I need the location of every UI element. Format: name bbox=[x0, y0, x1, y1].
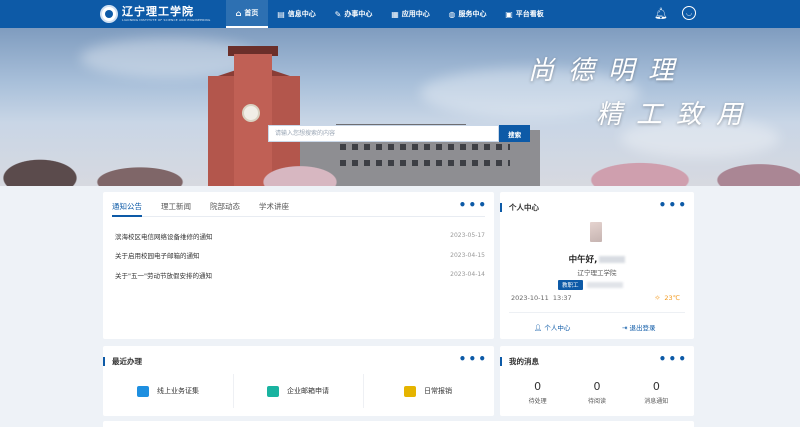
msg-pending[interactable]: 0 待处理 bbox=[513, 380, 563, 405]
panel-title: 个人中心 bbox=[500, 202, 539, 212]
tab-school-news[interactable]: 理工新闻 bbox=[161, 201, 191, 217]
clock-icon bbox=[242, 104, 260, 122]
app-email-apply[interactable]: 企业邮箱申请 bbox=[233, 374, 363, 408]
logo-english: LIAONING INSTITUTE OF SCIENCE AND ENGINE… bbox=[122, 17, 211, 22]
avatar[interactable] bbox=[590, 222, 602, 242]
receipt-icon bbox=[404, 385, 416, 397]
sun-icon: ☼ bbox=[654, 294, 661, 302]
main-menu: ⌂ 首页 ▤ 信息中心 ✎ 办事中心 ▦ 应用中心 ◍ 服务中心 ▣ 平台看板 bbox=[226, 0, 553, 28]
more-icon[interactable]: • • • bbox=[459, 199, 486, 211]
bell-icon[interactable]: 🔔︎ bbox=[654, 6, 668, 20]
weather: ☼ 23℃ bbox=[654, 294, 680, 302]
top-nav: 辽宁理工学院 LIAONING INSTITUTE OF SCIENCE AND… bbox=[0, 0, 800, 28]
logout-icon: ⇥ bbox=[622, 324, 628, 332]
nav-info-center[interactable]: ▤ 信息中心 bbox=[268, 0, 325, 28]
more-icon[interactable]: • • • bbox=[659, 353, 686, 365]
app-reimbursement[interactable]: 日常报销 bbox=[363, 374, 493, 408]
user-school: 辽宁理工学院 bbox=[577, 269, 617, 277]
app-online-business[interactable]: 线上业务证集 bbox=[103, 374, 233, 408]
list-item[interactable]: 关于"五一"劳动节放假安排的通知 2023-04-14 bbox=[115, 265, 485, 285]
news-panel: 通知公告 理工新闻 院部动态 学术讲座 • • • 滨海校区电信网络设备维修的通… bbox=[103, 192, 494, 339]
affairs-icon: ✎ bbox=[334, 9, 342, 19]
more-icon[interactable]: • • • bbox=[459, 353, 486, 365]
tab-lectures[interactable]: 学术讲座 bbox=[259, 201, 289, 217]
slogan-line-1: 尚德明理 bbox=[528, 56, 689, 86]
news-tabs: 通知公告 理工新闻 院部动态 学术讲座 bbox=[112, 192, 485, 217]
cherry-trees bbox=[0, 148, 800, 186]
dashboard-icon: ▣ bbox=[505, 9, 513, 19]
nav-apps-center[interactable]: ▦ 应用中心 bbox=[382, 0, 439, 28]
logo-name: 辽宁理工学院 bbox=[122, 4, 194, 18]
nav-home[interactable]: ⌂ 首页 bbox=[226, 0, 268, 28]
msg-notifications[interactable]: 0 消息通知 bbox=[631, 380, 681, 405]
list-item[interactable]: 关于启用校园电子邮箱的通知 2023-04-15 bbox=[115, 246, 485, 266]
mail-icon bbox=[267, 385, 279, 397]
home-icon: ⌂ bbox=[235, 8, 242, 18]
logout-link[interactable]: ⇥ 退出登录 bbox=[622, 322, 656, 332]
apps-icon: ▦ bbox=[391, 9, 399, 19]
recent-panel: 最近办理 • • • 线上业务证集 企业邮箱申请 日常报销 bbox=[103, 346, 494, 416]
hero-banner: 尚德明理 精工致用 搜索 bbox=[0, 28, 800, 186]
search-button[interactable]: 搜索 bbox=[499, 125, 530, 142]
msg-unread[interactable]: 0 待阅读 bbox=[572, 380, 622, 405]
info-icon: ▤ bbox=[277, 9, 285, 19]
search-bar: 搜索 bbox=[268, 125, 530, 142]
panel-title: 最近办理 bbox=[103, 356, 142, 366]
messages-panel: 我的消息 • • • 0 待处理 0 待阅读 0 消息通知 bbox=[500, 346, 694, 416]
slogan-line-2: 精工致用 bbox=[596, 100, 757, 130]
redacted-name bbox=[599, 256, 626, 263]
profile-link[interactable]: 👤︎ 个人中心 bbox=[534, 322, 570, 332]
person-icon: 👤︎ bbox=[534, 324, 543, 332]
nav-dashboard[interactable]: ▣ 平台看板 bbox=[496, 0, 553, 28]
card-icon bbox=[137, 385, 149, 397]
greeting: 中午好, bbox=[500, 253, 694, 265]
service-icon: ◍ bbox=[448, 9, 456, 19]
user-circle-icon[interactable]: ◡ bbox=[682, 6, 696, 20]
tab-notices[interactable]: 通知公告 bbox=[112, 201, 142, 217]
role-badge: 教职工 bbox=[558, 280, 583, 290]
search-input[interactable] bbox=[268, 125, 500, 142]
list-item[interactable]: 滨海校区电信网络设备维修的通知 2023-05-17 bbox=[115, 226, 485, 246]
news-list: 滨海校区电信网络设备维修的通知 2023-05-17 关于启用校园电子邮箱的通知… bbox=[103, 217, 494, 285]
bottom-panel bbox=[103, 421, 694, 427]
nav-affairs-center[interactable]: ✎ 办事中心 bbox=[325, 0, 382, 28]
logo[interactable]: 辽宁理工学院 LIAONING INSTITUTE OF SCIENCE AND… bbox=[100, 5, 224, 23]
school-seal-icon bbox=[100, 5, 118, 23]
tab-department-news[interactable]: 院部动态 bbox=[210, 201, 240, 217]
redacted-id bbox=[586, 282, 623, 288]
current-datetime: 2023-10-11 13:37 bbox=[511, 294, 572, 302]
more-icon[interactable]: • • • bbox=[659, 199, 686, 211]
panel-title: 我的消息 bbox=[500, 356, 539, 366]
nav-service-center[interactable]: ◍ 服务中心 bbox=[439, 0, 496, 28]
user-center-panel: 个人中心 • • • 中午好, 辽宁理工学院 教职工 2023-10-11 13… bbox=[500, 192, 694, 339]
